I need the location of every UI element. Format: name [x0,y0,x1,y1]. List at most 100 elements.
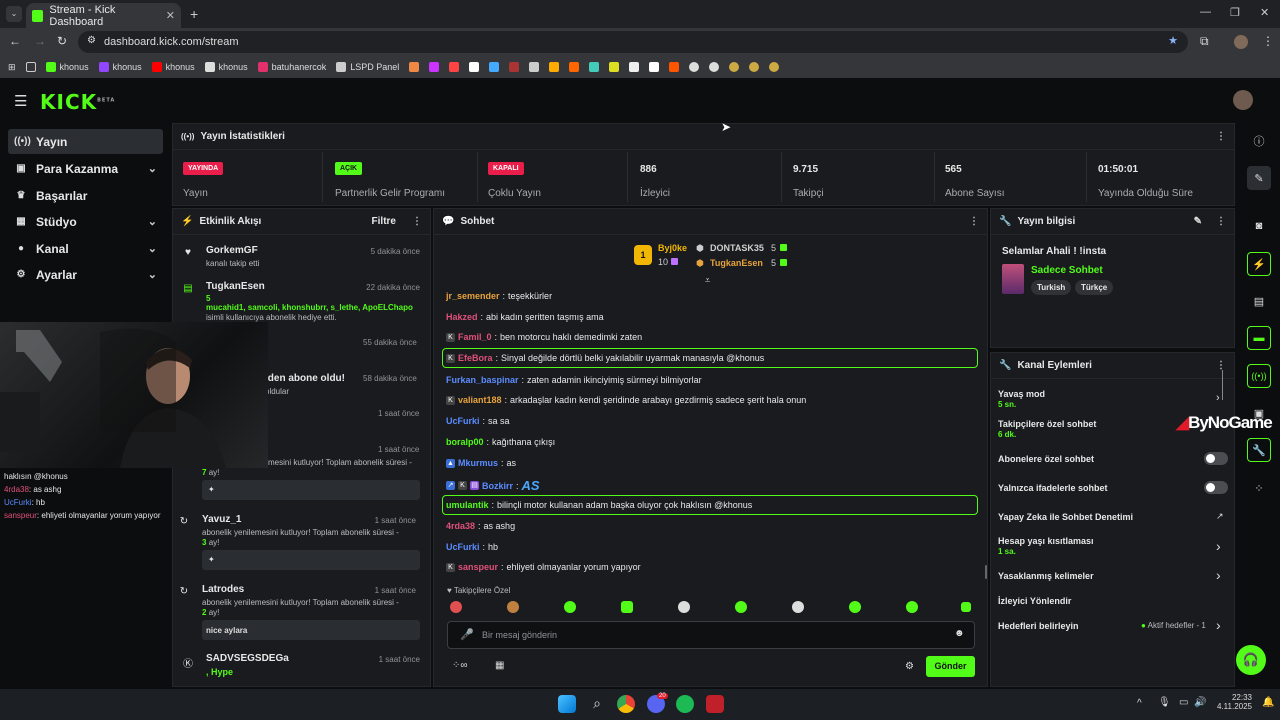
info-icon[interactable]: ⓘ [1247,129,1271,153]
chat-input[interactable]: 🎤 Bir mesaj gönderin ☻ [447,621,975,649]
edit-icon[interactable]: ✎ [1247,166,1271,190]
bookmark-misc[interactable] [529,62,540,72]
emote-icon[interactable] [678,601,690,613]
sidebar-item-basarilar[interactable]: ♛ Başarılar [8,183,163,208]
bookmark-misc[interactable] [749,62,760,72]
chat-username[interactable]: valiant188 [458,395,502,405]
bookmark-misc[interactable] [569,62,580,72]
support-button[interactable]: 🎧 [1236,645,1266,675]
notifications-icon[interactable]: 🔔 [1262,697,1274,708]
emote-icon[interactable] [849,601,861,613]
chat-username[interactable]: EfeBora [458,353,493,363]
chat-username[interactable]: boralp00 [446,437,484,447]
bookmark-kick[interactable]: khonus [45,62,89,72]
bookmark-misc[interactable] [729,62,740,72]
external-link-icon[interactable]: ↗ [1216,511,1224,522]
bookmark-misc[interactable] [669,62,680,72]
subscribers-only-toggle[interactable] [1204,452,1228,465]
wrench-icon[interactable]: 🔧 [1247,438,1271,462]
action-account-age[interactable]: Hesap yaşı kısıtlaması 1 sa. [998,536,1094,556]
sidebar-item-para-kazanma[interactable]: ▣ Para Kazanma ⌄ [8,156,163,181]
emote-icon[interactable] [961,602,971,612]
emotes-only-toggle[interactable] [1204,481,1228,494]
more-options-icon[interactable]: ⋮ [1216,216,1226,227]
emote-icon[interactable] [735,601,747,613]
chat-username[interactable]: Bozkirr [482,481,513,491]
address-bar[interactable]: ⚙ dashboard.kick.com/stream ★ [78,31,1188,53]
chat-username[interactable]: Mkurmus [458,458,498,468]
tag-pill[interactable]: Türkçe [1075,280,1114,295]
more-options-icon[interactable]: ⋮ [1216,360,1226,371]
collapse-chevron-icon[interactable]: ⩡ [705,275,710,286]
kick-logo[interactable]: KICKBETA [40,90,115,114]
chat-scrollbar[interactable] [985,565,987,579]
app-icon[interactable] [706,695,724,713]
sidebar-item-kanal[interactable]: ● Kanal ⌄ [8,236,163,261]
emote-icon[interactable] [507,601,519,613]
more-options-icon[interactable]: ⋮ [412,216,422,227]
lightning-icon[interactable]: ⚡ [1247,252,1271,276]
tab-search-button[interactable]: ⌄ [6,6,22,22]
search-icon[interactable]: ⌕ [588,695,606,713]
bookmark-misc[interactable] [609,62,620,72]
clock[interactable]: 22:33 4.11.2025 [1214,693,1252,711]
extensions-icon[interactable]: ⧉ [1200,34,1209,49]
bookmark-folder[interactable] [25,62,36,72]
chat-username[interactable]: Famil_0 [458,332,492,342]
chat-bubble-icon[interactable]: ▬ [1247,326,1271,350]
bookmark-star-icon[interactable]: ★ [1168,34,1178,47]
bookmark-misc[interactable] [509,62,520,72]
camera-icon[interactable]: ◙ [1247,214,1271,238]
edit-icon[interactable]: ✎ [1194,216,1202,227]
broadcast-icon[interactable]: ((•)) [1247,364,1271,388]
close-window-icon[interactable]: ✕ [1260,6,1269,19]
tag-pill[interactable]: Turkish [1031,280,1072,295]
more-options-icon[interactable]: ⋮ [969,216,979,227]
chevron-right-icon[interactable]: › [1216,617,1221,633]
browser-menu-icon[interactable]: ⋮ [1262,34,1274,48]
action-raid[interactable]: İzleyici Yönlendir [998,596,1071,606]
hamburger-menu-icon[interactable]: ☰ [14,92,27,110]
tray-chevron-icon[interactable]: ^ [1137,698,1142,709]
profile-avatar[interactable] [1234,35,1248,49]
action-slow-mode[interactable]: Yavaş mod 5 sn. [998,389,1045,409]
tray-network-icon[interactable]: ▭ [1179,697,1188,708]
emote-icon[interactable] [450,601,462,613]
chat-username[interactable]: 4rda38 [446,521,475,531]
action-subscribers-only[interactable]: Abonelere özel sohbet [998,454,1094,464]
more-options-icon[interactable]: ⋮ [1216,131,1226,142]
emote-icon[interactable] [906,601,918,613]
action-ai-moderation[interactable]: Yapay Zeka ile Sohbet Denetimi [998,512,1133,522]
sidebar-item-studyo[interactable]: ▦ Stüdyo ⌄ [8,209,163,234]
bookmark-misc[interactable] [549,62,560,72]
action-emotes-only[interactable]: Yalnızca ifadelerle sohbet [998,483,1108,493]
bookmark-twitch[interactable]: khonus [98,62,142,72]
action-followers-only[interactable]: Takipçilere özel sohbet 6 dk. [998,419,1096,439]
action-goals[interactable]: Hedefleri belirleyin [998,621,1079,631]
windows-start-icon[interactable] [558,695,576,713]
chat-settings-icon[interactable]: ⚙ [905,661,914,672]
emote-icon[interactable] [564,601,576,613]
bookmark-misc[interactable] [489,62,500,72]
bookmark-misc[interactable] [769,62,780,72]
bookmark-misc[interactable] [409,62,420,72]
emote-icon[interactable] [792,601,804,613]
bookmark-misc[interactable] [629,62,640,72]
apps-icon[interactable]: ⊞ [8,62,16,73]
channel-points-icon[interactable]: ⁘∞ [452,660,468,671]
sidebar-item-ayarlar[interactable]: ⚙ Ayarlar ⌄ [8,262,163,287]
maximize-icon[interactable]: ❐ [1230,6,1240,19]
bookmark-misc[interactable] [689,62,700,72]
bookmark-misc[interactable] [469,62,480,72]
bookmark-misc[interactable] [589,62,600,72]
emote-icon[interactable] [621,601,633,613]
microphone-icon[interactable]: 🎤 [460,628,474,641]
browser-tab[interactable]: Stream - Kick Dashboard ✕ [26,3,181,28]
nodes-icon[interactable]: ⁘ [1247,476,1271,500]
action-banned-words[interactable]: Yasaklanmış kelimeler [998,571,1094,581]
user-avatar[interactable] [1233,90,1253,110]
chat-username[interactable]: UcFurki [446,542,480,552]
document-icon[interactable]: ▤ [1247,289,1271,313]
spotify-icon[interactable] [676,695,694,713]
bookmark-misc[interactable] [649,62,660,72]
